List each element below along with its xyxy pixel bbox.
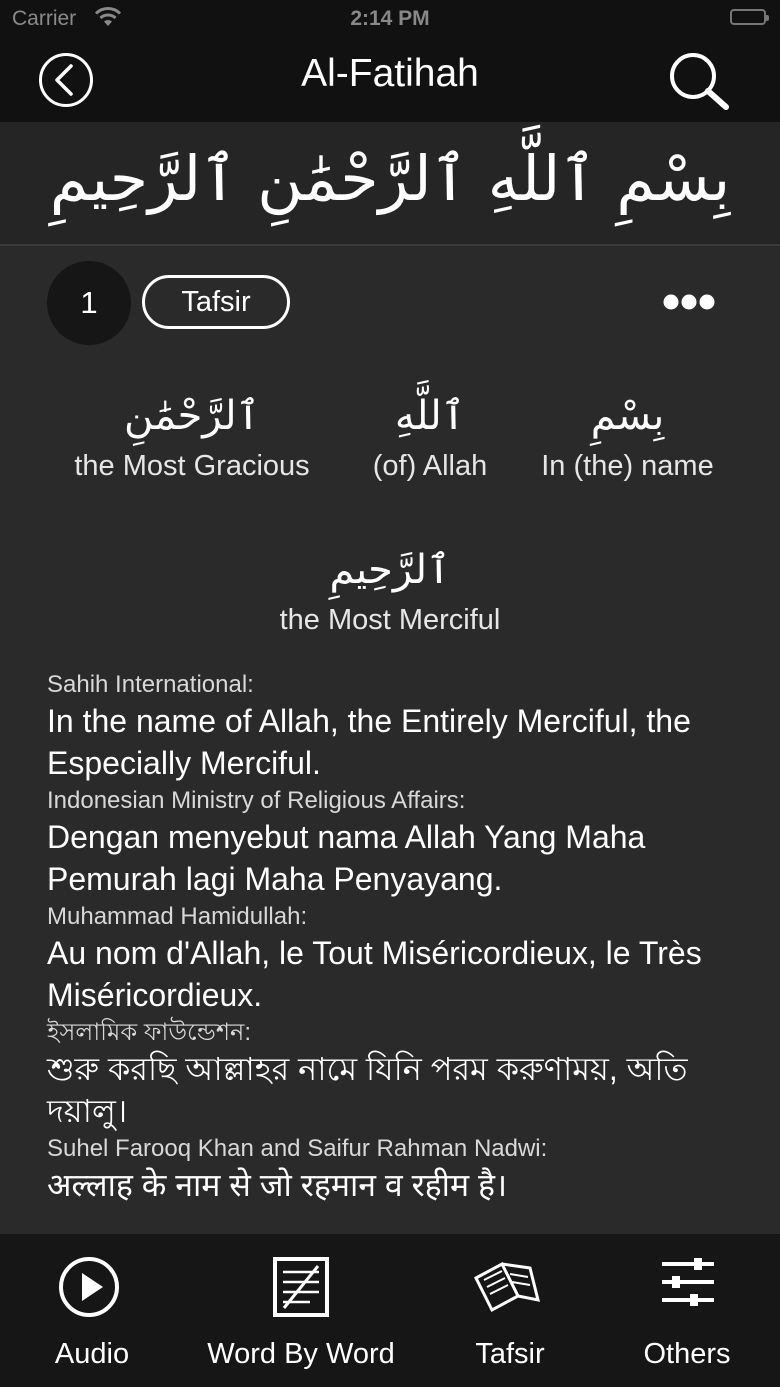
translation-source: Suhel Farooq Khan and Saifur Rahman Nadw… <box>47 1135 548 1162</box>
tab-others[interactable]: Others <box>612 1234 762 1387</box>
tab-tafsir[interactable]: Tafsir <box>420 1234 600 1387</box>
word-arabic: بِسْمِ <box>590 393 665 439</box>
word-item[interactable]: ٱللَّهِ (of) Allah <box>360 386 500 486</box>
verse-number-badge: 1 <box>47 261 131 345</box>
word-item[interactable]: بِسْمِ In (the) name <box>530 386 725 486</box>
translation-source: Indonesian Ministry of Religious Affairs… <box>47 787 466 814</box>
play-circle-icon <box>59 1257 119 1317</box>
tafsir-button[interactable]: Tafsir <box>142 275 290 329</box>
word-arabic: ٱلرَّحِيمِ <box>329 547 451 593</box>
translations-list: Sahih International: In the name of Alla… <box>47 670 747 1208</box>
translation-text: In the name of Allah, the Entirely Merci… <box>47 703 691 781</box>
more-options-icon[interactable] <box>663 292 715 312</box>
navigation-bar: Al-Fatihah <box>0 38 780 122</box>
open-book-icon <box>474 1261 541 1313</box>
verse-number: 1 <box>80 285 98 320</box>
tab-audio[interactable]: Audio <box>0 1234 184 1387</box>
translation-source: ইসলামিক ফাউন্ডেশন: <box>47 1019 252 1046</box>
word-by-word-icon <box>273 1257 329 1317</box>
word-translation: In (the) name <box>541 450 714 482</box>
basmala-calligraphy: بِسْمِ ٱللَّهِ ٱلرَّحْمَٰنِ ٱلرَّحِيمِ <box>49 142 731 215</box>
tab-word-by-word[interactable]: Word By Word <box>200 1234 402 1387</box>
tab-tafsir-label: Tafsir <box>475 1338 545 1370</box>
translation-text: Au nom d'Allah, le Tout Miséricordieux, … <box>47 935 702 1013</box>
tab-audio-label: Audio <box>54 1338 130 1370</box>
tab-word-by-word-label: Word By Word <box>207 1338 395 1370</box>
bottom-tab-bar: Audio Word By Word Tafsir Others <box>0 1234 780 1387</box>
status-bar: Carrier 2:14 PM <box>0 0 780 38</box>
status-time: 2:14 PM <box>350 7 430 30</box>
word-item[interactable]: ٱلرَّحْمَٰنِ the Most Gracious <box>52 386 332 486</box>
word-translation: the Most Merciful <box>279 604 501 636</box>
word-arabic: ٱللَّهِ <box>394 393 466 439</box>
page-title: Al-Fatihah <box>301 52 479 95</box>
word-translation: (of) Allah <box>372 450 488 482</box>
basmala-header: بِسْمِ ٱللَّهِ ٱلرَّحْمَٰنِ ٱلرَّحِيمِ <box>0 122 780 246</box>
word-translation: the Most Gracious <box>74 450 310 482</box>
word-arabic: ٱلرَّحْمَٰنِ <box>124 393 260 439</box>
sliders-icon <box>662 1258 714 1306</box>
word-item[interactable]: ٱلرَّحِيمِ the Most Merciful <box>250 540 530 640</box>
search-icon[interactable] <box>666 50 732 112</box>
translation-source: Muhammad Hamidullah: <box>47 903 308 930</box>
translation-text: Dengan menyebut nama Allah Yang Maha Pem… <box>47 819 646 897</box>
battery-icon <box>730 9 769 25</box>
tafsir-button-label: Tafsir <box>181 285 251 318</box>
translation-text: अल्लाह के नाम से जो रहमान व रहीम है। <box>47 1167 508 1203</box>
translation-text: শুরু করছি আল্লাহর নামে যিনি পরম করুণাময়… <box>47 1051 688 1129</box>
tab-others-label: Others <box>643 1338 731 1370</box>
translation-source: Sahih International: <box>47 671 254 698</box>
